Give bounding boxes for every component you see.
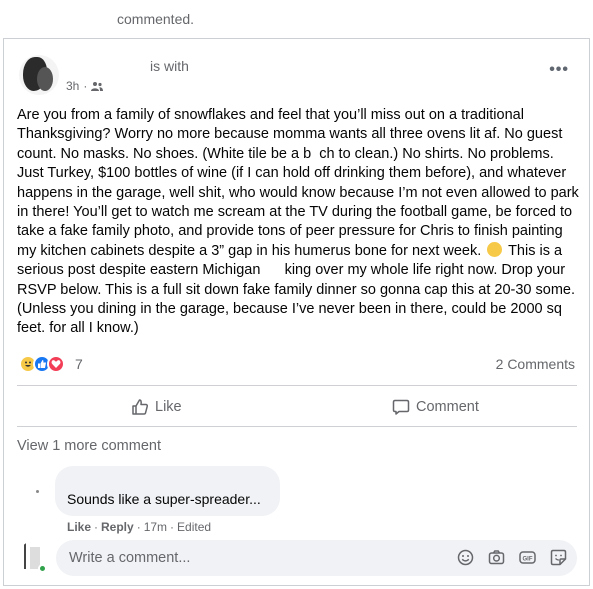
activity-text: commented. bbox=[117, 11, 195, 27]
love-reaction-icon bbox=[47, 355, 65, 373]
comment-actions: Like · Reply · 17m · Edited bbox=[67, 520, 211, 534]
redacted-name bbox=[62, 12, 110, 26]
sticker-icon[interactable] bbox=[550, 549, 567, 566]
author-avatar[interactable] bbox=[19, 55, 59, 95]
comment-bubble: Sounds like a super-spreader... bbox=[55, 466, 280, 516]
reactions-summary[interactable]: 7 bbox=[19, 355, 83, 373]
online-status-dot bbox=[38, 564, 47, 573]
write-comment-input[interactable] bbox=[69, 540, 449, 576]
comment-reply-link[interactable]: Reply bbox=[101, 520, 134, 534]
post-timestamp[interactable]: 3h bbox=[66, 79, 79, 93]
thumbs-up-icon bbox=[132, 399, 149, 415]
meta-separator: · bbox=[83, 79, 88, 93]
emoji-icon[interactable] bbox=[457, 549, 474, 566]
friends-icon[interactable] bbox=[91, 81, 104, 92]
rofl-emoji-icon bbox=[487, 241, 503, 257]
post-body: Are you from a family of snowflakes and … bbox=[17, 106, 581, 339]
like-button-label: Like bbox=[155, 399, 182, 415]
redacted-commenter-name bbox=[67, 471, 127, 479]
comment-like-link[interactable]: Like bbox=[67, 520, 91, 534]
separator: · bbox=[170, 520, 175, 534]
post-card: is with 3h · ••• Are you from a family o… bbox=[3, 38, 590, 586]
post-meta: 3h · bbox=[66, 79, 104, 93]
comment-text: Sounds like a super-spreader... bbox=[67, 491, 261, 507]
reaction-count: 7 bbox=[75, 356, 83, 372]
comment-tools: GIF bbox=[457, 549, 567, 566]
write-comment-box: GIF bbox=[56, 540, 577, 576]
comment-button[interactable]: Comment bbox=[392, 394, 479, 420]
commenter-avatar[interactable] bbox=[26, 472, 54, 500]
camera-icon[interactable] bbox=[488, 549, 505, 566]
separator: · bbox=[136, 520, 141, 534]
author-with-text: is with bbox=[150, 58, 189, 74]
divider bbox=[17, 426, 577, 427]
view-more-comments-link[interactable]: View 1 more comment bbox=[17, 438, 161, 454]
svg-text:GIF: GIF bbox=[523, 556, 533, 562]
post-text-part-1: Are you from a family of snowflakes and … bbox=[17, 107, 583, 259]
divider bbox=[17, 385, 577, 386]
comment-bubble-icon bbox=[392, 399, 410, 415]
like-button[interactable]: Like bbox=[131, 394, 182, 420]
separator: · bbox=[94, 520, 99, 534]
activity-header: commented. bbox=[0, 0, 593, 38]
gif-icon[interactable]: GIF bbox=[519, 549, 536, 566]
more-options-button[interactable]: ••• bbox=[549, 61, 569, 79]
comment-timestamp[interactable]: 17m bbox=[144, 520, 167, 534]
comment-edited-label: Edited bbox=[177, 520, 212, 534]
comment-button-label: Comment bbox=[416, 399, 479, 415]
comments-count-link[interactable]: 2 Comments bbox=[496, 356, 575, 372]
